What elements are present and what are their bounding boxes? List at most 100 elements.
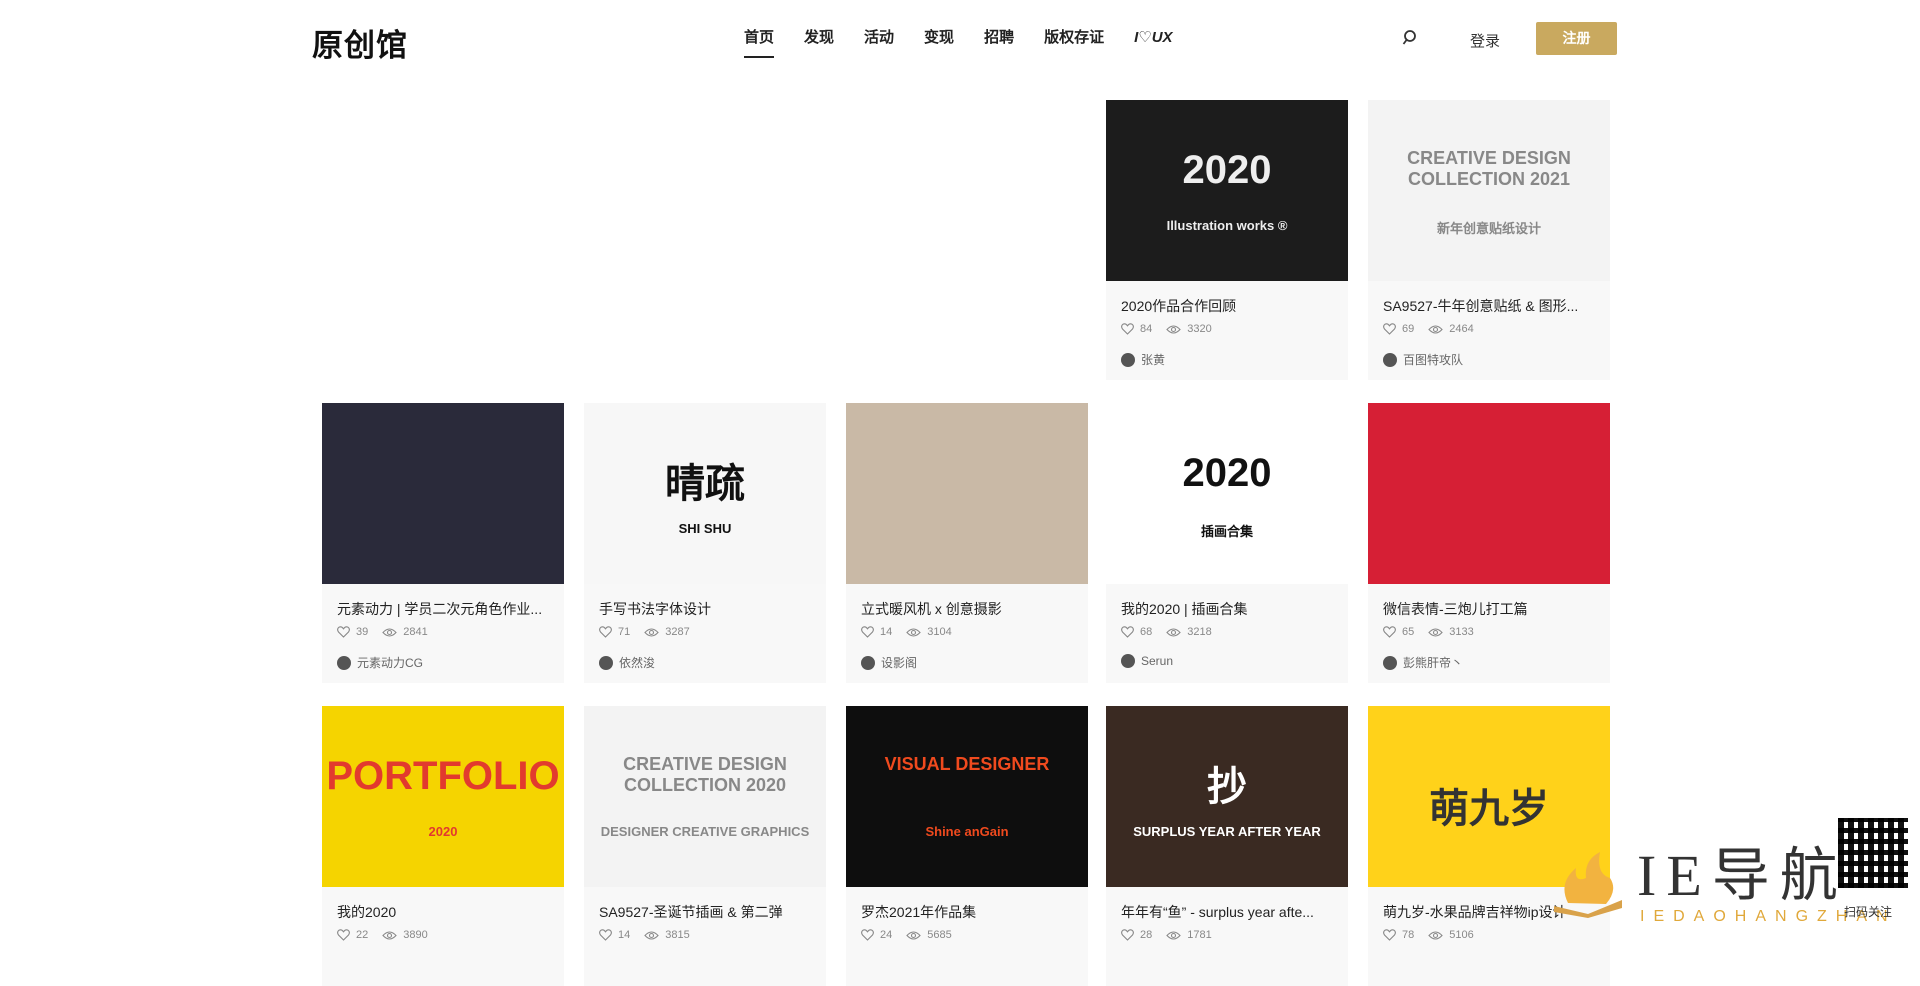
work-stats: 24 5685	[861, 929, 966, 941]
work-card[interactable]: CREATIVE DESIGN COLLECTION 2021 新年创意贴纸设计…	[1368, 100, 1610, 380]
work-thumbnail[interactable]	[846, 403, 1088, 584]
work-author[interactable]: Serun	[1121, 654, 1173, 668]
work-thumbnail[interactable]: 2020 插画合集	[1106, 403, 1348, 584]
work-thumbnail[interactable]: CREATIVE DESIGN COLLECTION 2020 DESIGNER…	[584, 706, 826, 887]
work-thumbnail[interactable]: CREATIVE DESIGN COLLECTION 2021 新年创意贴纸设计	[1368, 100, 1610, 281]
thumbnail-subtext: SHI SHU	[678, 521, 732, 536]
work-title[interactable]: 年年有“鱼” - surplus year afte...	[1121, 902, 1336, 922]
view-count-value: 2464	[1449, 323, 1474, 335]
view-count-value: 3104	[927, 626, 952, 638]
work-author[interactable]: 彭熊肝帝丶	[1383, 654, 1463, 671]
thumbnail-text: 2020	[1182, 451, 1272, 495]
work-title[interactable]: 手写书法字体设计	[599, 599, 814, 619]
nav-item-discover[interactable]: 发现	[804, 26, 834, 58]
view-count-value: 3815	[665, 929, 690, 941]
work-title[interactable]: 我的2020	[337, 902, 552, 922]
work-title[interactable]: 我的2020 | 插画合集	[1121, 599, 1336, 619]
work-card[interactable]: 2020 插画合集 我的2020 | 插画合集 68 3218 Serun	[1106, 403, 1348, 683]
heart-icon	[1383, 323, 1399, 335]
like-count[interactable]: 14	[861, 626, 892, 638]
work-title[interactable]: 2020作品合作回顾	[1121, 296, 1336, 316]
view-count-value: 5106	[1449, 929, 1474, 941]
thumbnail-text: CREATIVE DESIGN COLLECTION 2020	[623, 754, 787, 795]
nav-item-jobs[interactable]: 招聘	[984, 26, 1014, 58]
view-count: 3218	[1166, 626, 1212, 638]
nav-item-home[interactable]: 首页	[744, 26, 775, 58]
register-button[interactable]: 注册	[1536, 22, 1617, 55]
like-count[interactable]: 78	[1383, 929, 1414, 941]
eye-icon	[644, 930, 662, 941]
like-count[interactable]: 68	[1121, 626, 1152, 638]
main-nav: 首页 发现 活动 变现 招聘 版权存证 I♡UX	[744, 26, 1203, 58]
like-count[interactable]: 84	[1121, 323, 1152, 335]
like-count[interactable]: 28	[1121, 929, 1152, 941]
search-icon[interactable]	[1402, 29, 1420, 47]
thumbnail-text: VISUAL DESIGNER	[884, 754, 1050, 774]
nav-item-copyright[interactable]: 版权存证	[1044, 26, 1104, 58]
work-author[interactable]: 设影阁	[861, 654, 917, 671]
like-count-value: 28	[1140, 929, 1153, 941]
work-card[interactable]: 立式暖风机 x 创意摄影 14 3104 设影阁	[846, 403, 1088, 683]
work-stats: 84 3320	[1121, 323, 1226, 335]
like-count[interactable]: 24	[861, 929, 892, 941]
work-stats: 68 3218	[1121, 626, 1226, 638]
thumbnail-text: PORTFOLIO	[326, 754, 560, 798]
avatar	[1121, 352, 1135, 367]
like-count[interactable]: 71	[599, 626, 630, 638]
work-thumbnail[interactable]: VISUAL DESIGNER Shine anGain	[846, 706, 1088, 887]
work-card[interactable]: VISUAL DESIGNER Shine anGain 罗杰2021年作品集 …	[846, 706, 1088, 986]
thumbnail-text: 抄	[1207, 765, 1247, 809]
view-count: 2841	[382, 626, 428, 638]
like-count[interactable]: 69	[1383, 323, 1414, 335]
work-thumbnail[interactable]: 晴疏 SHI SHU	[584, 403, 826, 584]
site-logo[interactable]: 原创馆	[312, 20, 408, 65]
login-link[interactable]: 登录	[1470, 30, 1500, 51]
heart-icon	[1121, 929, 1137, 941]
like-count-value: 65	[1402, 626, 1415, 638]
work-author[interactable]: 张黄	[1121, 351, 1165, 368]
work-card[interactable]: 元素动力 | 学员二次元角色作业... 39 2841 元素动力CG	[322, 403, 564, 683]
heart-icon	[337, 626, 353, 638]
view-count-value: 3287	[665, 626, 690, 638]
work-title[interactable]: 元素动力 | 学员二次元角色作业...	[337, 599, 552, 619]
view-count-value: 1781	[1187, 929, 1212, 941]
work-card[interactable]: 抄 SURPLUS YEAR AFTER YEAR 年年有“鱼” - surpl…	[1106, 706, 1348, 986]
nav-item-ioux[interactable]: I♡UX	[1134, 26, 1172, 58]
work-title[interactable]: SA9527-牛年创意贴纸 & 图形...	[1383, 296, 1598, 316]
work-thumbnail[interactable]	[322, 403, 564, 584]
flame-hand-icon	[1554, 852, 1622, 918]
nav-item-activity[interactable]: 活动	[864, 26, 894, 58]
avatar	[861, 655, 875, 670]
thumbnail-subtext: 2020	[428, 824, 458, 839]
like-count-value: 84	[1140, 323, 1153, 335]
work-title[interactable]: SA9527-圣诞节插画 & 第二弹	[599, 902, 814, 922]
work-author[interactable]: 百图特攻队	[1383, 351, 1463, 368]
work-title[interactable]: 立式暖风机 x 创意摄影	[861, 599, 1076, 619]
work-thumbnail[interactable]: PORTFOLIO 2020	[322, 706, 564, 887]
work-card[interactable]: 晴疏 SHI SHU 手写书法字体设计 71 3287 依然浚	[584, 403, 826, 683]
like-count[interactable]: 14	[599, 929, 630, 941]
work-card[interactable]: 2020 Illustration works ® 2020作品合作回顾 84 …	[1106, 100, 1348, 380]
like-count[interactable]: 65	[1383, 626, 1414, 638]
work-card[interactable]: PORTFOLIO 2020 我的2020 22 3890	[322, 706, 564, 986]
work-stats: 69 2464	[1383, 323, 1488, 335]
work-thumbnail[interactable]	[1368, 403, 1610, 584]
work-stats: 78 5106	[1383, 929, 1488, 941]
nav-item-monetize[interactable]: 变现	[924, 26, 954, 58]
work-stats: 14 3104	[861, 626, 966, 638]
work-card[interactable]: CREATIVE DESIGN COLLECTION 2020 DESIGNER…	[584, 706, 826, 986]
eye-icon	[1428, 930, 1446, 941]
work-title[interactable]: 罗杰2021年作品集	[861, 902, 1076, 922]
like-count[interactable]: 39	[337, 626, 368, 638]
heart-icon	[1121, 626, 1137, 638]
work-author[interactable]: 依然浚	[599, 654, 655, 671]
work-thumbnail[interactable]: 抄 SURPLUS YEAR AFTER YEAR	[1106, 706, 1348, 887]
work-author[interactable]: 元素动力CG	[337, 654, 423, 671]
like-count[interactable]: 22	[337, 929, 368, 941]
avatar	[337, 655, 351, 670]
work-thumbnail[interactable]: 2020 Illustration works ®	[1106, 100, 1348, 281]
author-name: 设影阁	[881, 656, 918, 670]
work-card[interactable]: 微信表情-三炮儿打工篇 65 3133 彭熊肝帝丶	[1368, 403, 1610, 683]
work-title[interactable]: 微信表情-三炮儿打工篇	[1383, 599, 1598, 619]
eye-icon	[644, 627, 662, 638]
